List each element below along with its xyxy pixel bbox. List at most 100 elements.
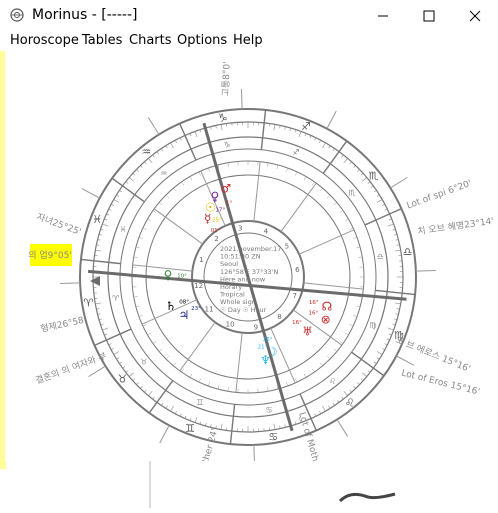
inner-tick	[166, 195, 169, 198]
house-cusp-extension	[254, 445, 255, 461]
degree-tick	[374, 362, 376, 364]
degree-tick	[185, 416, 186, 419]
lot-label: 치 오브 혜명23°14'	[417, 215, 495, 238]
degree-tick	[171, 143, 174, 148]
inner-tick	[356, 306, 360, 307]
degree-tick	[385, 344, 388, 345]
inner-tick	[340, 341, 343, 343]
degree-tick	[361, 379, 363, 381]
inner-tick	[340, 210, 343, 212]
planet-glyph-icon: ♃	[179, 308, 190, 322]
degree-tick	[319, 140, 320, 143]
inner-tick	[143, 324, 147, 326]
degree-tick	[153, 397, 155, 399]
degree-tick	[394, 319, 397, 320]
house-divider	[281, 183, 316, 232]
inner-tick	[312, 369, 314, 372]
menu-options[interactable]: Options	[177, 33, 227, 48]
term-ruler-icon: ♓	[119, 225, 126, 234]
zodiac-sign-icon: ♐	[301, 120, 311, 133]
degree-tick	[382, 348, 385, 349]
house-cusp-extension	[160, 425, 169, 443]
degree-tick	[109, 344, 112, 345]
zodiac-sign-icon: ♊	[185, 422, 195, 435]
inner-tick	[148, 333, 151, 335]
degree-tick	[377, 200, 382, 203]
degree-tick	[123, 366, 125, 368]
inner-tick	[134, 257, 138, 258]
menu-horoscope[interactable]: Horoscope	[10, 33, 79, 48]
planet-degree: 25°	[263, 337, 273, 343]
degree-tick	[95, 250, 101, 251]
degree-tick	[333, 403, 335, 405]
degree-tick	[221, 424, 222, 430]
planet-degree: 08°	[179, 299, 189, 305]
planet-glyph-icon: ♆	[260, 353, 271, 367]
menu-charts[interactable]: Charts	[129, 33, 172, 48]
degree-tick	[323, 143, 326, 148]
close-button[interactable]	[452, 0, 498, 31]
sign-divider	[365, 209, 402, 225]
degree-tick	[129, 373, 134, 377]
zodiac-sign-icon: ♎	[403, 246, 413, 259]
menu-help[interactable]: Help	[233, 33, 263, 48]
degree-tick	[153, 155, 155, 157]
degree-tick	[119, 190, 121, 192]
inner-tick	[139, 237, 143, 238]
inner-tick	[320, 363, 323, 366]
degree-tick	[290, 128, 291, 131]
inner-tick	[143, 228, 147, 230]
menu-bar: Horoscope Tables Charts Options Help	[0, 31, 498, 51]
inner-tick	[228, 387, 229, 391]
degree-tick	[111, 348, 114, 349]
lot-label: 자녀25°25'	[35, 212, 82, 238]
degree-tick	[362, 373, 367, 377]
zodiac-sign-icon: ♉	[118, 373, 128, 386]
degree-tick	[171, 406, 174, 411]
degree-tick	[388, 224, 394, 226]
degree-tick	[137, 169, 139, 171]
house-cusp-extension	[396, 356, 414, 365]
minimize-icon	[377, 10, 389, 22]
maximize-button[interactable]	[406, 0, 452, 31]
inner-tick	[166, 356, 169, 359]
degree-tick	[371, 186, 373, 188]
house-divider	[133, 265, 193, 271]
inner-tick	[173, 363, 176, 366]
inner-tick	[327, 356, 330, 359]
lot-label: 형제26°58'	[40, 314, 88, 334]
inner-tick	[295, 172, 297, 176]
degree-tick	[117, 195, 120, 197]
degree-tick	[354, 386, 356, 388]
zodiac-sign-icon: ♋	[268, 431, 278, 444]
house-cusp-extension	[327, 111, 336, 129]
inner-tick	[267, 387, 268, 391]
degree-tick	[129, 177, 134, 181]
inner-tick	[190, 177, 192, 180]
planet-degree: 16°	[308, 311, 318, 317]
degree-tick	[102, 224, 108, 226]
inner-tick	[153, 210, 156, 212]
degree-tick	[175, 411, 176, 414]
inner-tick	[173, 188, 176, 191]
inner-tick	[334, 349, 337, 352]
bottom-area	[0, 461, 498, 508]
horoscope-chart[interactable]: ♈♈♉♉♊♊♋♋♌♌♍♍♎♎♏♏♐♐♑♑♒♒♓♓ 123456789101112…	[0, 51, 498, 461]
degree-tick	[221, 124, 222, 130]
degree-tick	[319, 411, 320, 414]
degree-tick	[315, 138, 316, 141]
menu-tables[interactable]: Tables	[82, 33, 122, 48]
minimize-button[interactable]	[360, 0, 406, 31]
title-bar: Morinus - [-----]	[0, 0, 498, 31]
degree-tick	[344, 391, 348, 396]
inner-tick	[181, 369, 183, 372]
degree-tick	[114, 200, 119, 203]
degree-tick	[99, 319, 102, 320]
planet-degree: 17°	[215, 207, 225, 213]
sign-divider	[81, 259, 121, 263]
inner-tick	[358, 257, 362, 258]
close-icon	[469, 10, 481, 22]
degree-tick	[274, 424, 275, 430]
inner-tick	[327, 195, 330, 198]
inner-tick	[181, 182, 183, 185]
